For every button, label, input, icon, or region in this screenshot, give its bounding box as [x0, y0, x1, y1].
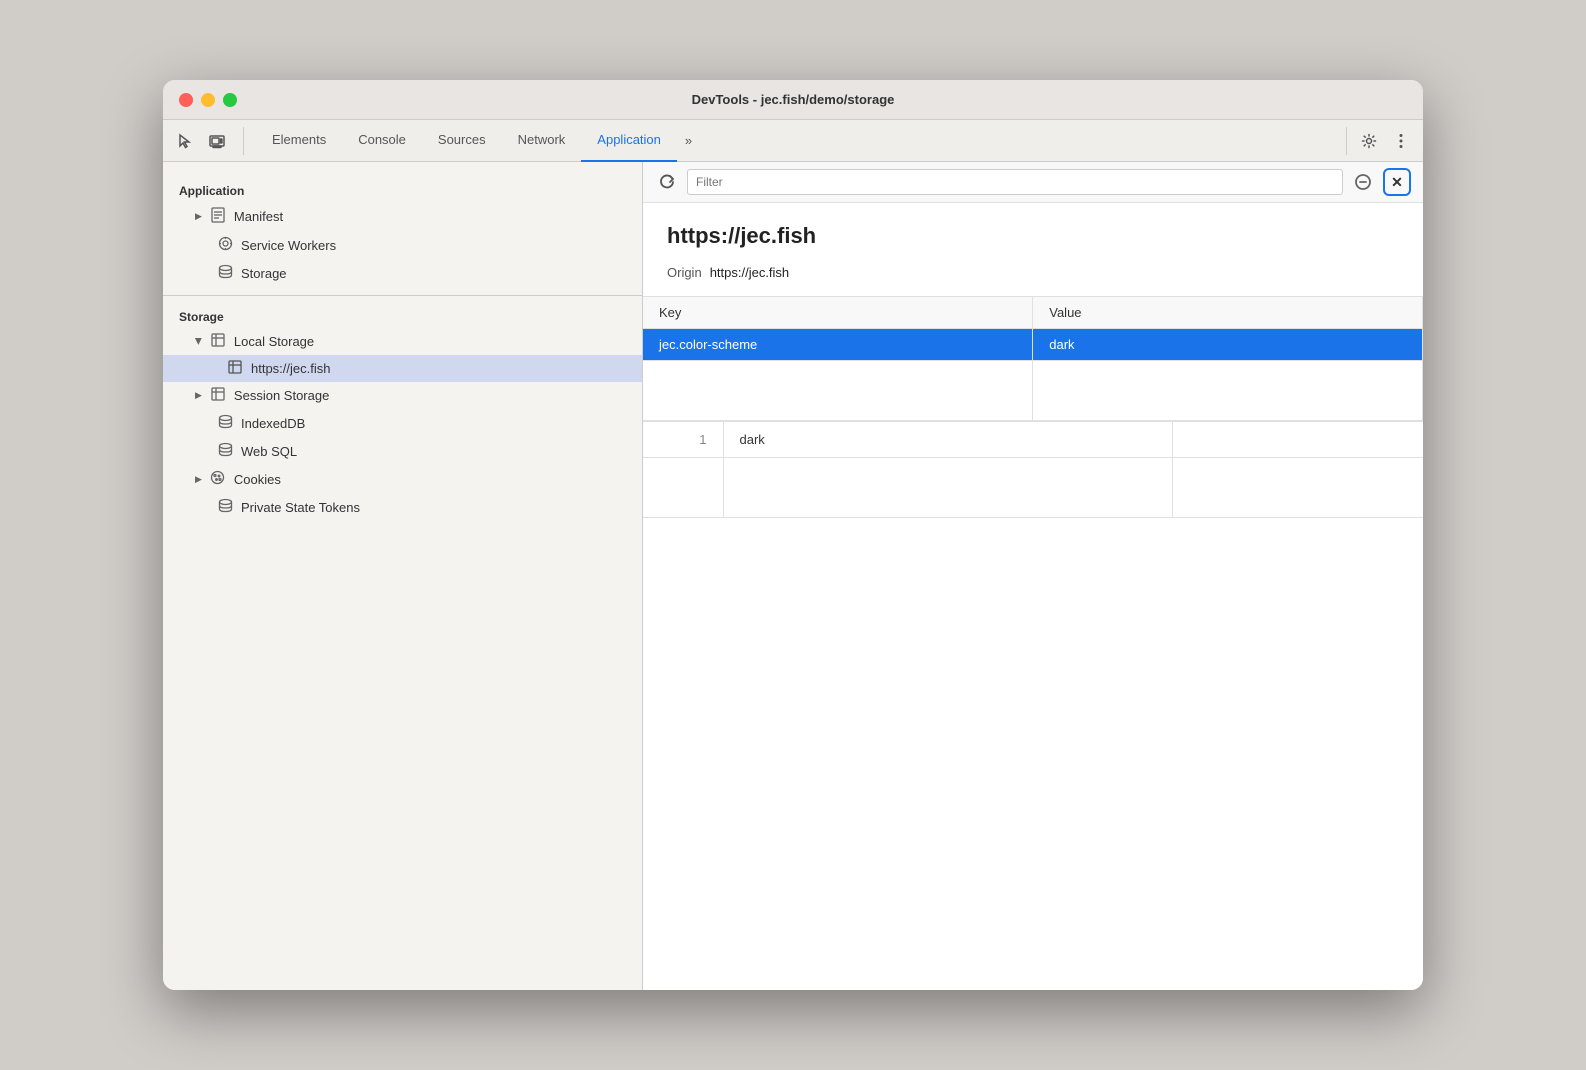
table-row-empty-1 — [643, 361, 1423, 421]
origin-row: Origin https://jec.fish — [643, 261, 1423, 297]
storage-table: Key Value jec.color-scheme dark — [643, 297, 1423, 421]
filter-input[interactable] — [687, 169, 1343, 195]
local-storage-icon — [210, 333, 226, 350]
panel-content: https://jec.fish Origin https://jec.fish… — [643, 203, 1423, 990]
col-value: Value — [1033, 297, 1423, 329]
devtools-window: DevTools - jec.fish/demo/storage — [163, 80, 1423, 990]
sidebar-item-session-storage[interactable]: ▶ Session Storage — [163, 382, 642, 409]
sidebar-item-indexeddb[interactable]: IndexedDB — [163, 409, 642, 437]
tab-sources[interactable]: Sources — [422, 120, 502, 162]
sidebar-item-private-state-tokens[interactable]: Private State Tokens — [163, 493, 642, 521]
bottom-panel: 1 dark — [643, 421, 1423, 521]
device-icon[interactable] — [203, 127, 231, 155]
storage-app-label: Storage — [241, 266, 287, 281]
storage-app-icon — [217, 264, 233, 282]
cookies-icon — [210, 470, 226, 488]
origin-value: https://jec.fish — [710, 265, 789, 280]
indexeddb-icon — [217, 414, 233, 432]
expand-cookies-icon: ▶ — [195, 474, 202, 485]
sidebar-divider-1 — [163, 295, 642, 296]
jec-fish-storage-icon — [227, 360, 243, 377]
tab-console[interactable]: Console — [342, 120, 422, 162]
bottom-table: 1 dark — [643, 422, 1423, 518]
session-storage-label: Session Storage — [234, 388, 329, 403]
indexeddb-label: IndexedDB — [241, 416, 305, 431]
devtools-body: Elements Console Sources Network Applica… — [163, 120, 1423, 990]
content-area: Application ▶ Manifest — [163, 162, 1423, 990]
expand-icon: ▶ — [195, 211, 202, 222]
tab-network[interactable]: Network — [502, 120, 582, 162]
origin-label: Origin — [667, 265, 702, 280]
minimize-button[interactable] — [201, 93, 215, 107]
sidebar-item-local-storage[interactable]: ▶ Local Storage — [163, 328, 642, 355]
sidebar-item-jec-fish[interactable]: https://jec.fish — [163, 355, 642, 382]
sidebar: Application ▶ Manifest — [163, 162, 643, 990]
tab-elements[interactable]: Elements — [256, 120, 342, 162]
sidebar-item-cookies[interactable]: ▶ Cookies — [163, 465, 642, 493]
cookies-label: Cookies — [234, 472, 281, 487]
sidebar-item-service-workers[interactable]: Service Workers — [163, 231, 642, 259]
close-storage-button[interactable]: ✕ — [1383, 168, 1411, 196]
titlebar: DevTools - jec.fish/demo/storage — [163, 80, 1423, 120]
sidebar-item-manifest[interactable]: ▶ Manifest — [163, 202, 642, 231]
service-workers-icon — [217, 236, 233, 254]
bottom-row-empty — [643, 458, 1423, 518]
service-workers-label: Service Workers — [241, 238, 336, 253]
app-section-title: Application — [163, 178, 642, 202]
panel-toolbar: ✕ — [643, 162, 1423, 203]
jec-fish-label: https://jec.fish — [251, 361, 330, 376]
table-cell-key: jec.color-scheme — [643, 329, 1033, 361]
expand-local-storage-icon: ▶ — [193, 338, 204, 345]
session-storage-icon — [210, 387, 226, 404]
bottom-empty — [1172, 422, 1423, 458]
col-key: Key — [643, 297, 1033, 329]
expand-session-storage-icon: ▶ — [195, 390, 202, 401]
storage-section-title: Storage — [163, 304, 642, 328]
maximize-button[interactable] — [223, 93, 237, 107]
private-state-tokens-icon — [217, 498, 233, 516]
main-panel: ✕ https://jec.fish Origin https://jec.fi… — [643, 162, 1423, 990]
window-controls — [179, 93, 237, 107]
settings-icon[interactable] — [1355, 127, 1383, 155]
websql-icon — [217, 442, 233, 460]
table-cell-value: dark — [1033, 329, 1423, 361]
bottom-row: 1 dark — [643, 422, 1423, 458]
window-title: DevTools - jec.fish/demo/storage — [692, 92, 895, 107]
tabbar-icons — [171, 127, 244, 155]
storage-url-title: https://jec.fish — [643, 203, 1423, 261]
sidebar-item-storage-app[interactable]: Storage — [163, 259, 642, 287]
cursor-icon[interactable] — [171, 127, 199, 155]
private-state-tokens-label: Private State Tokens — [241, 500, 360, 515]
manifest-label: Manifest — [234, 209, 283, 224]
sidebar-item-websql[interactable]: Web SQL — [163, 437, 642, 465]
manifest-icon — [210, 207, 226, 226]
close-button[interactable] — [179, 93, 193, 107]
local-storage-label: Local Storage — [234, 334, 314, 349]
websql-label: Web SQL — [241, 444, 297, 459]
bottom-value: dark — [723, 422, 1172, 458]
tabbar-right-actions — [1346, 127, 1415, 155]
bottom-index: 1 — [643, 422, 723, 458]
tabbar: Elements Console Sources Network Applica… — [163, 120, 1423, 162]
more-options-icon[interactable] — [1387, 127, 1415, 155]
refresh-button[interactable] — [655, 170, 679, 194]
table-row[interactable]: jec.color-scheme dark — [643, 329, 1423, 361]
tab-application[interactable]: Application — [581, 120, 677, 162]
tab-more[interactable]: » — [677, 120, 700, 162]
clear-filter-button[interactable] — [1351, 170, 1375, 194]
